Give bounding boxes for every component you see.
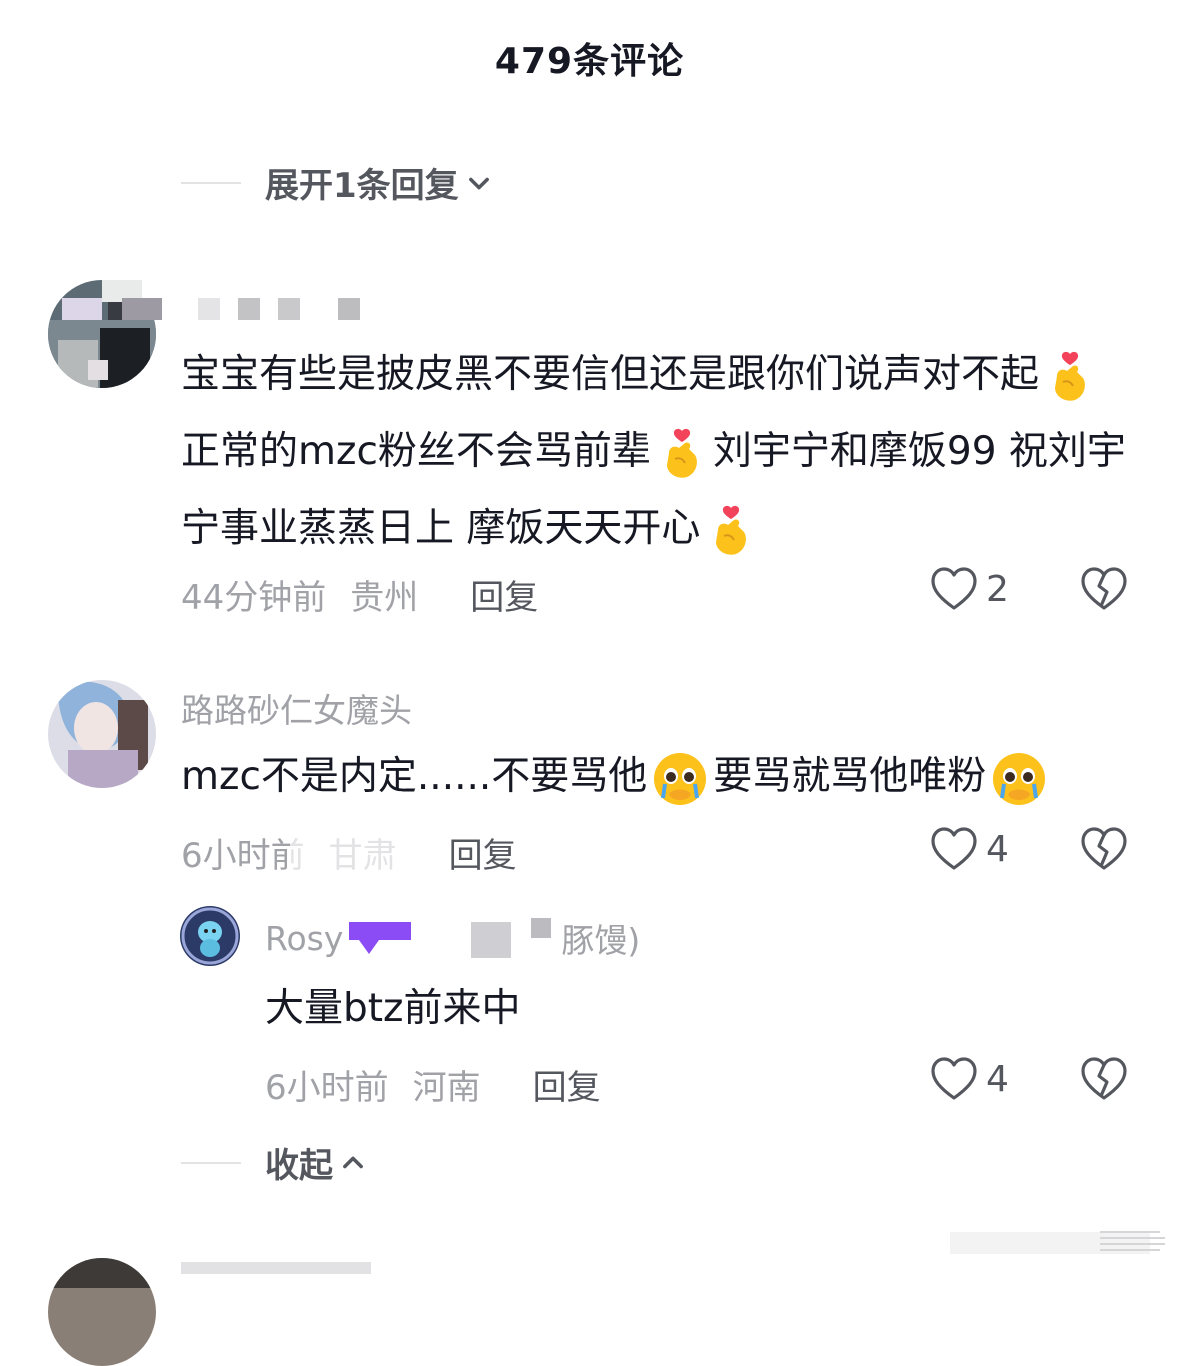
comment-text-part: 宝宝有些是披皮黑不要信但还是跟你们说声对不起: [181, 352, 1040, 397]
broken-heart-icon[interactable]: [1080, 1056, 1128, 1102]
divider: [181, 1161, 241, 1164]
collapse-replies-button[interactable]: 收起: [181, 1138, 367, 1187]
avatar[interactable]: [48, 1258, 156, 1366]
like-button[interactable]: 4: [930, 1056, 1009, 1102]
avatar[interactable]: [48, 680, 156, 788]
comment-location: 贵州: [350, 578, 419, 618]
reply-location: 河南: [412, 1068, 481, 1108]
watermark: [950, 1226, 1170, 1260]
broken-heart-icon[interactable]: [1080, 566, 1128, 612]
finger-heart-emoji: [704, 504, 758, 558]
heart-outline-icon: [931, 827, 977, 870]
like-button[interactable]: 2: [930, 566, 1009, 612]
reply-username-suffix: 豚馒): [561, 921, 641, 960]
heart-outline-icon: [931, 567, 977, 610]
pleading-tears-emoji: [651, 750, 709, 808]
expand-replies-label: 展开1条回复: [265, 166, 459, 206]
user-badge-icon: [349, 922, 412, 954]
chevron-down-icon: [468, 177, 489, 189]
username-mosaic: [411, 918, 561, 958]
finger-heart-emoji: [1043, 350, 1097, 404]
reply-time: 6小时前: [265, 1068, 389, 1108]
comments-count-title: 479条评论: [494, 41, 685, 82]
avatar[interactable]: [180, 906, 240, 966]
reply-username[interactable]: Rosy 豚馒): [265, 914, 640, 962]
next-username-mosaic: [181, 1262, 371, 1274]
broken-heart-icon[interactable]: [1080, 826, 1128, 872]
heart-outline-icon: [931, 1057, 977, 1100]
expand-replies-button[interactable]: 展开1条回复: [181, 158, 493, 207]
comment-text: 宝宝有些是披皮黑不要信但还是跟你们说声对不起 正常的mzc粉丝不会骂前辈 刘宇宁…: [181, 336, 1131, 567]
comment-text-part: 要骂就骂他唯粉: [713, 754, 987, 799]
comment-username[interactable]: 路路砂仁女魔头: [181, 684, 412, 732]
collapse-label: 收起: [265, 1146, 333, 1186]
comment-text-part: 正常的mzc粉丝不会骂前辈: [181, 429, 651, 474]
comment-text: mzc不是内定......不要骂他 要骂就骂他唯粉: [181, 738, 1141, 815]
reply-button[interactable]: 回复: [470, 570, 538, 619]
divider: [181, 181, 241, 184]
reply-username-prefix: Rosy: [265, 918, 344, 958]
reply-button[interactable]: 回复: [533, 1060, 601, 1109]
reply-text: 大量btz前来中: [265, 986, 521, 1031]
reply-meta: 6小时前 河南 回复: [265, 1060, 601, 1109]
like-count: 4: [986, 1058, 1009, 1100]
like-count: 4: [986, 828, 1009, 870]
like-count: 2: [986, 568, 1009, 610]
finger-heart-emoji: [655, 427, 709, 481]
chevron-up-icon: [343, 1156, 363, 1168]
comment-text-part: mzc不是内定......不要骂他: [181, 754, 648, 799]
mosaic-overlay: [290, 830, 440, 878]
like-button[interactable]: 4: [930, 826, 1009, 872]
pleading-tears-emoji: [990, 750, 1048, 808]
comment-time: 44分钟前: [181, 578, 327, 618]
comment-time: 6小时前: [181, 836, 305, 876]
reply-button[interactable]: 回复: [449, 828, 517, 877]
comment-meta: 44分钟前 贵州 回复: [181, 570, 538, 619]
